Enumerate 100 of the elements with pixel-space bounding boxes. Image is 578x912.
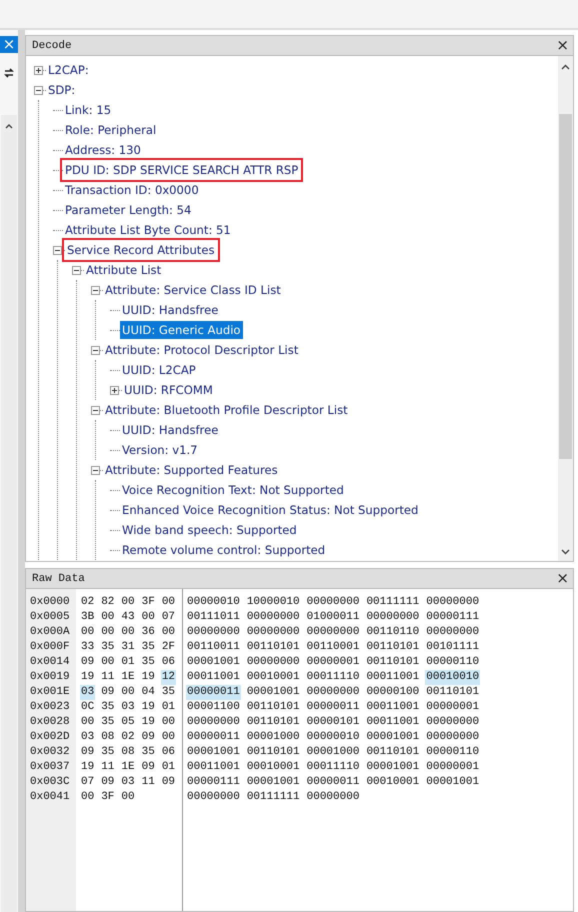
hex-byte[interactable]: 00 (80, 715, 96, 730)
tree-item[interactable]: PDU ID: SDP SERVICE SEARCH ATTR RSP (63, 161, 300, 179)
minus-box-icon[interactable] (91, 466, 100, 474)
hex-byte[interactable]: 35 (140, 640, 156, 655)
binary-byte[interactable]: 00001001 (365, 760, 420, 775)
hex-byte[interactable]: 0C (80, 700, 96, 715)
plus-box-icon[interactable] (110, 386, 119, 394)
hex-byte[interactable]: 03 (120, 700, 136, 715)
hex-byte[interactable]: 1E (120, 760, 136, 775)
binary-byte[interactable]: 00110101 (365, 745, 420, 760)
hex-byte[interactable]: 11 (100, 670, 116, 685)
hex-byte[interactable]: 03 (80, 730, 96, 745)
tree-item[interactable]: Role: Peripheral (63, 121, 158, 139)
tree-item[interactable]: Attribute: Supported Features (103, 461, 280, 479)
tree-item[interactable]: Enhanced Voice Recognition Status: Not Supported (120, 501, 420, 519)
hex-byte[interactable]: 31 (120, 640, 136, 655)
binary-byte[interactable]: 00000000 (186, 790, 241, 805)
binary-byte[interactable]: 00001000 (246, 730, 301, 745)
hex-byte[interactable]: 00 (80, 625, 96, 640)
close-button[interactable]: × (556, 38, 569, 53)
hex-byte[interactable]: 3F (100, 790, 116, 805)
close-button[interactable]: × (556, 571, 569, 586)
binary-byte[interactable]: 00000000 (425, 730, 480, 745)
binary-byte[interactable]: 00011110 (306, 760, 360, 775)
tree-item[interactable]: Address: 130 (63, 141, 143, 159)
hex-byte[interactable]: 43 (120, 610, 136, 625)
binary-byte[interactable]: 10000010 (246, 595, 301, 610)
hex-byte[interactable]: 09 (100, 775, 116, 790)
scroll-up-icon[interactable] (5, 123, 13, 129)
hex-byte[interactable]: 00 (100, 625, 116, 640)
binary-byte[interactable]: 00000000 (365, 610, 420, 625)
scroll-up-icon[interactable] (561, 64, 570, 70)
binary-byte[interactable]: 00001001 (365, 730, 420, 745)
binary-byte[interactable]: 01000011 (306, 610, 360, 625)
binary-byte[interactable]: 00000000 (306, 790, 360, 805)
hex-byte[interactable]: 35 (100, 745, 116, 760)
binary-byte[interactable]: 00000010 (186, 595, 241, 610)
binary-byte[interactable]: 00110001 (306, 640, 360, 655)
binary-byte[interactable]: 00000011 (186, 730, 241, 745)
hex-byte[interactable]: 09 (80, 745, 96, 760)
scroll-thumb[interactable] (559, 114, 572, 459)
binary-byte[interactable]: 00001001 (246, 775, 301, 790)
binary-byte[interactable]: 00110101 (425, 685, 480, 700)
binary-byte[interactable]: 00000000 (306, 685, 360, 700)
hex-byte[interactable]: 19 (140, 700, 156, 715)
hex-byte[interactable]: 06 (160, 655, 176, 670)
binary-byte[interactable]: 00110101 (365, 655, 420, 670)
hex-byte[interactable]: 00 (140, 610, 156, 625)
binary-byte[interactable]: 00010001 (365, 775, 420, 790)
hex-byte[interactable]: 08 (120, 745, 136, 760)
tree-item[interactable]: Remote volume control: Supported (120, 541, 328, 559)
hex-byte[interactable]: 04 (140, 685, 156, 700)
hex-byte[interactable]: 08 (100, 730, 116, 745)
binary-byte[interactable]: 00110110 (365, 625, 420, 640)
hex-byte[interactable]: 03 (120, 775, 136, 790)
binary-byte[interactable]: 00000010 (306, 730, 360, 745)
binary-byte[interactable]: 00111011 (186, 610, 241, 625)
binary-byte[interactable]: 00000011 (306, 775, 360, 790)
binary-byte[interactable]: 00001001 (186, 745, 241, 760)
hex-byte[interactable]: 35 (100, 715, 116, 730)
hex-byte[interactable]: 00 (100, 610, 116, 625)
hex-byte[interactable]: 01 (120, 655, 136, 670)
binary-byte[interactable]: 00001001 (425, 775, 480, 790)
hex-byte[interactable]: 19 (140, 715, 156, 730)
plus-box-icon[interactable] (34, 66, 43, 74)
hex-byte[interactable]: 09 (100, 685, 116, 700)
tree-item[interactable]: UUID: RFCOMM (122, 381, 215, 399)
tree-item[interactable]: Service Record Attributes (65, 241, 217, 259)
hex-byte[interactable]: 35 (140, 655, 156, 670)
binary-byte[interactable]: 00000000 (306, 595, 360, 610)
binary-byte[interactable]: 00000000 (246, 610, 301, 625)
tree-item[interactable]: Attribute List (84, 261, 164, 279)
hex-byte[interactable]: 00 (120, 625, 136, 640)
tree-item[interactable]: Attribute: Bluetooth Profile Descriptor List (103, 401, 350, 419)
scroll-down-icon[interactable] (561, 549, 570, 555)
binary-byte[interactable]: 00000110 (425, 655, 480, 670)
binary-byte[interactable]: 00000111 (186, 775, 241, 790)
minus-box-icon[interactable] (91, 406, 100, 414)
binary-byte[interactable]: 00000000 (306, 625, 360, 640)
binary-byte[interactable]: 00000101 (306, 715, 360, 730)
hex-byte[interactable]: 06 (160, 745, 176, 760)
hex-byte[interactable]: 07 (160, 610, 176, 625)
binary-byte[interactable]: 00000100 (365, 685, 420, 700)
binary-byte[interactable]: 00010001 (246, 760, 301, 775)
hex-byte[interactable]: 00 (80, 790, 96, 805)
hex-byte[interactable]: 01 (160, 760, 176, 775)
binary-byte[interactable]: 00001001 (246, 685, 301, 700)
binary-byte[interactable]: 00011001 (186, 760, 241, 775)
tree-item[interactable]: Transaction ID: 0x0000 (63, 181, 201, 199)
tree-item[interactable]: Voice Recognition Text: Not Supported (120, 481, 346, 499)
binary-byte[interactable]: 00000110 (425, 745, 480, 760)
tree-item[interactable]: SDP: (46, 81, 78, 99)
tree-item[interactable]: UUID: Handsfree (120, 301, 220, 319)
hex-byte[interactable]: 09 (80, 655, 96, 670)
binary-byte[interactable]: 00110101 (246, 715, 301, 730)
binary-byte[interactable]: 00110101 (246, 700, 301, 715)
tree-item[interactable]: Wide band speech: Supported (120, 521, 299, 539)
hex-byte[interactable]: 35 (160, 685, 176, 700)
binary-byte[interactable]: 00111111 (246, 790, 301, 805)
binary-byte[interactable]: 00011001 (365, 670, 420, 685)
